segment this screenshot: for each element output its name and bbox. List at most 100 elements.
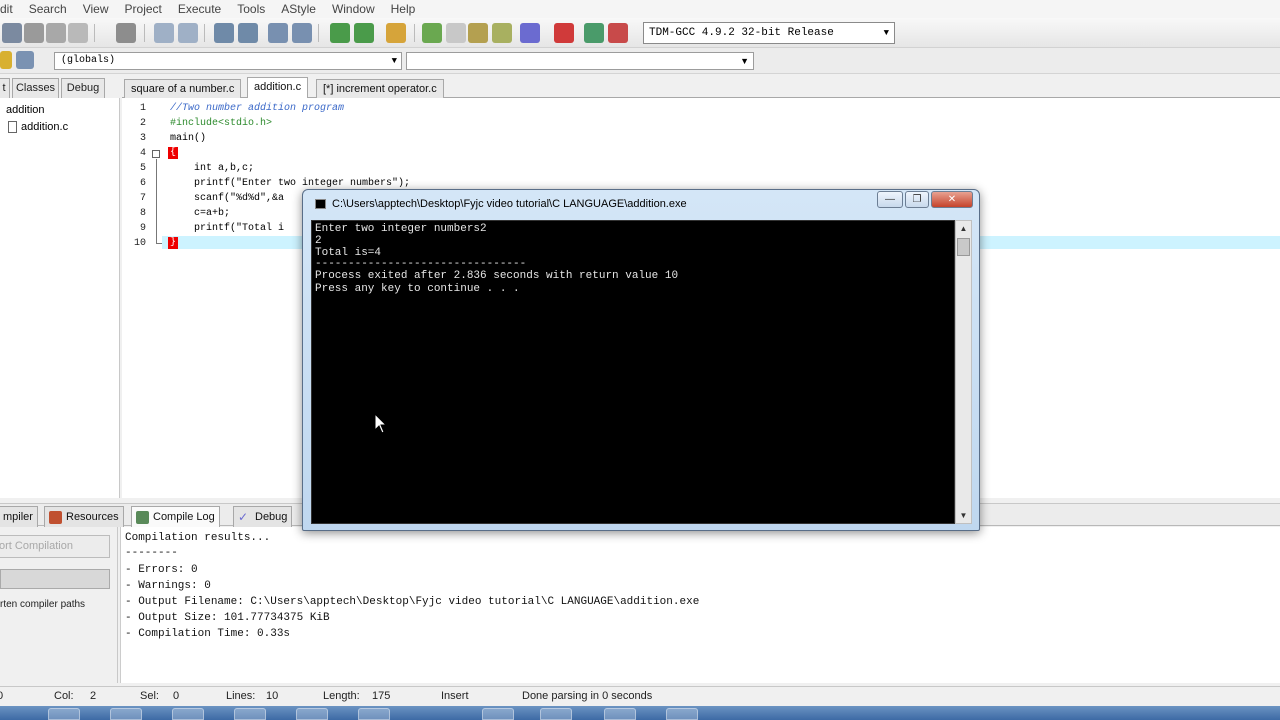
stop-execution-icon[interactable] bbox=[554, 23, 574, 43]
replace-icon[interactable] bbox=[238, 23, 258, 43]
line-number: 5 bbox=[139, 163, 146, 174]
taskbar-app-icon[interactable] bbox=[358, 708, 390, 720]
console-line: Process exited after 2.836 seconds with … bbox=[315, 270, 679, 282]
tab-addition[interactable]: addition.c bbox=[247, 77, 309, 99]
chevron-down-icon: ▼ bbox=[740, 56, 749, 66]
status-lines: 10 bbox=[266, 690, 279, 702]
console-scrollbar[interactable]: ▲ ▼ bbox=[955, 220, 972, 524]
menu-window[interactable]: Window bbox=[324, 2, 383, 16]
fold-toggle[interactable] bbox=[152, 150, 160, 158]
status-col: 2 bbox=[90, 690, 97, 702]
status-sel-label: Sel: bbox=[140, 690, 159, 702]
compile-log-output[interactable]: Compilation results... -------- - Errors… bbox=[120, 527, 1280, 683]
code-line-7: scanf("%d%d",&a bbox=[170, 193, 285, 204]
goto-line-icon[interactable] bbox=[292, 23, 312, 43]
rebuild-icon[interactable] bbox=[492, 23, 512, 43]
menu-astyle[interactable]: AStyle bbox=[273, 2, 324, 16]
console-output[interactable]: Enter two integer numbers2 2 Total is=4 … bbox=[311, 220, 955, 524]
taskbar-word-icon[interactable] bbox=[540, 708, 572, 720]
scroll-thumb[interactable] bbox=[957, 238, 970, 256]
undo-icon[interactable] bbox=[154, 23, 174, 43]
symbol-select[interactable]: ▼ bbox=[406, 52, 754, 70]
menu-search[interactable]: Search bbox=[21, 2, 75, 16]
close-button[interactable]: ✕ bbox=[931, 191, 973, 208]
tree-file-addition[interactable]: addition.c bbox=[8, 121, 68, 133]
console-title-bar[interactable]: C:\Users\apptech\Desktop\Fyjc video tuto… bbox=[315, 198, 687, 210]
tab-compile-log[interactable]: Compile Log bbox=[131, 506, 220, 527]
chevron-down-icon: ▼ bbox=[883, 28, 889, 38]
tab-resources[interactable]: Resources bbox=[44, 506, 124, 527]
check-syntax-icon[interactable] bbox=[520, 23, 540, 43]
line-number: 6 bbox=[139, 178, 146, 189]
maximize-button[interactable]: ❐ bbox=[905, 191, 929, 208]
menu-view[interactable]: View bbox=[75, 2, 117, 16]
indent-icon[interactable] bbox=[330, 23, 350, 43]
menu-execute[interactable]: Execute bbox=[170, 2, 229, 16]
status-bar: 0 Col: 2 Sel: 0 Lines: 10 Length: 175 In… bbox=[0, 686, 1280, 706]
properties-icon[interactable] bbox=[68, 23, 88, 43]
taskbar-ie-icon[interactable] bbox=[172, 708, 204, 720]
taskbar-app-icon[interactable] bbox=[296, 708, 328, 720]
menu-project[interactable]: Project bbox=[117, 2, 170, 16]
minimize-button[interactable]: — bbox=[877, 191, 903, 208]
scroll-up-arrow-icon[interactable]: ▲ bbox=[956, 221, 971, 236]
scope-select[interactable]: (globals) ▼ bbox=[54, 52, 402, 70]
tab-classes[interactable]: Classes bbox=[12, 78, 59, 98]
print-icon[interactable] bbox=[116, 23, 136, 43]
line-number: 1 bbox=[139, 103, 146, 114]
menu-tools[interactable]: Tools bbox=[229, 2, 273, 16]
compiler-select-value: TDM-GCC 4.9.2 32-bit Release bbox=[649, 27, 834, 39]
tab-increment-operator[interactable]: [*] increment operator.c bbox=[316, 79, 444, 98]
line-number: 10 bbox=[133, 238, 146, 249]
tab-debug-bottom[interactable]: ✓ Debug bbox=[233, 506, 293, 527]
abort-compilation-button[interactable]: ort Compilation bbox=[0, 535, 110, 558]
new-class-icon[interactable] bbox=[16, 51, 34, 69]
menu-bar: Edit Search View Project Execute Tools A… bbox=[0, 0, 1280, 18]
close-all-icon[interactable] bbox=[46, 23, 66, 43]
console-window[interactable]: C:\Users\apptech\Desktop\Fyjc video tuto… bbox=[302, 189, 980, 531]
tab-square-of-a-number[interactable]: square of a number.c bbox=[124, 79, 242, 98]
tree-file-label: addition.c bbox=[21, 121, 69, 133]
line-number: 2 bbox=[139, 118, 146, 129]
log-line: - Output Filename: C:\Users\apptech\Desk… bbox=[125, 596, 700, 608]
line-number: 8 bbox=[139, 208, 146, 219]
taskbar-app-icon[interactable] bbox=[604, 708, 636, 720]
tree-project-addition[interactable]: addition bbox=[6, 104, 45, 116]
project-tree: addition addition.c bbox=[0, 98, 120, 498]
tab-compiler[interactable]: mpiler bbox=[0, 506, 38, 527]
tab-project[interactable]: t bbox=[0, 78, 10, 98]
compile-icon[interactable] bbox=[422, 23, 442, 43]
taskbar-chrome-icon[interactable] bbox=[110, 708, 142, 720]
shorten-paths-checkbox[interactable]: rten compiler paths bbox=[0, 599, 85, 610]
find-icon[interactable] bbox=[214, 23, 234, 43]
compiler-select[interactable]: TDM-GCC 4.9.2 32-bit Release ▼ bbox=[643, 22, 895, 44]
chevron-down-icon: ▼ bbox=[391, 56, 397, 66]
windows-taskbar bbox=[0, 706, 1280, 720]
menu-help[interactable]: Help bbox=[383, 2, 424, 16]
compile-run-icon[interactable] bbox=[468, 23, 488, 43]
menu-edit[interactable]: Edit bbox=[0, 2, 21, 16]
save-all-icon[interactable] bbox=[2, 23, 22, 43]
tab-resources-label: Resources bbox=[66, 511, 119, 523]
close-file-icon[interactable] bbox=[24, 23, 44, 43]
taskbar-firefox-icon[interactable] bbox=[482, 708, 514, 720]
tab-compiler-label: mpiler bbox=[3, 511, 33, 523]
project-icon[interactable] bbox=[0, 51, 12, 69]
tab-debug[interactable]: Debug bbox=[61, 78, 105, 98]
scroll-down-arrow-icon[interactable]: ▼ bbox=[956, 508, 971, 523]
left-panel-tabs: t Classes Debug bbox=[0, 78, 120, 98]
toggle-bookmark-icon[interactable] bbox=[386, 23, 406, 43]
tab-compile-log-label: Compile Log bbox=[153, 511, 215, 523]
taskbar-app-icon[interactable] bbox=[666, 708, 698, 720]
taskbar-app-icon[interactable] bbox=[234, 708, 266, 720]
profile-icon[interactable] bbox=[584, 23, 604, 43]
compile-controls: ort Compilation rten compiler paths bbox=[0, 527, 118, 683]
find-next-icon[interactable] bbox=[268, 23, 288, 43]
delete-profile-icon[interactable] bbox=[608, 23, 628, 43]
unindent-icon[interactable] bbox=[354, 23, 374, 43]
code-line-5: int a,b,c; bbox=[170, 163, 255, 174]
redo-icon[interactable] bbox=[178, 23, 198, 43]
code-line-2: #include<stdio.h> bbox=[170, 118, 273, 129]
taskbar-explorer-icon[interactable] bbox=[48, 708, 80, 720]
run-icon[interactable] bbox=[446, 23, 466, 43]
